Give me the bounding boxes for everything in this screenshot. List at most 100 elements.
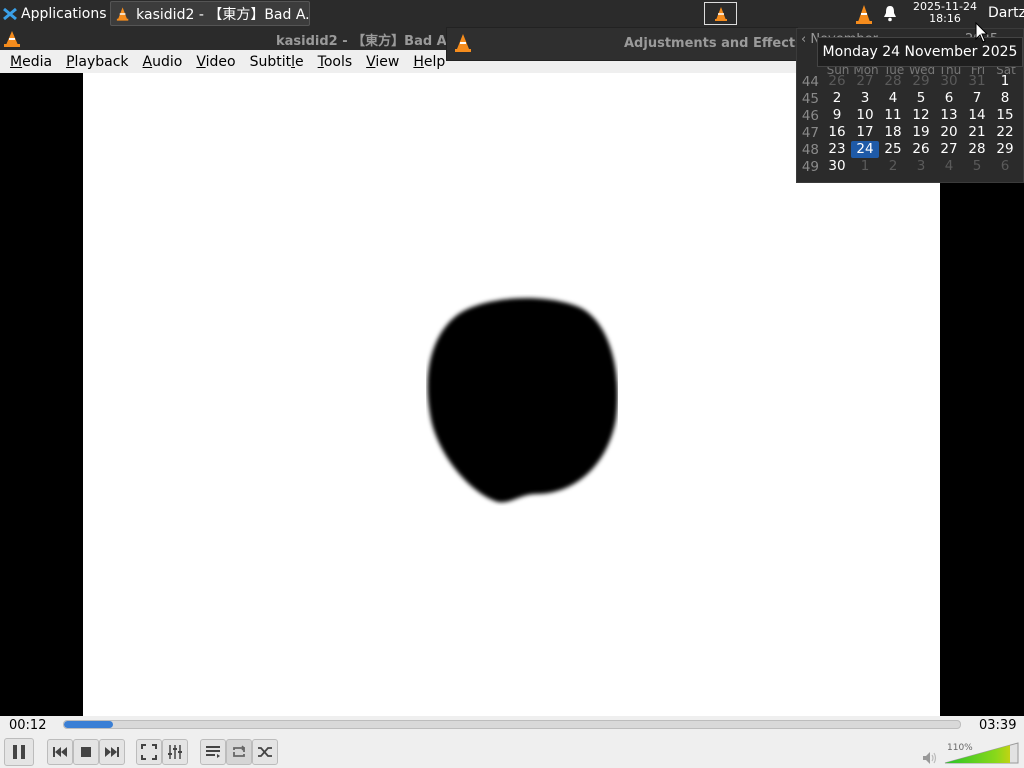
video-content-silhouette bbox=[427, 298, 618, 503]
calendar-day[interactable]: 4 bbox=[935, 158, 963, 175]
calendar-day[interactable]: 30 bbox=[823, 158, 851, 175]
user-menu[interactable]: Dartz bbox=[988, 0, 1024, 27]
calendar-day[interactable]: 31 bbox=[963, 73, 991, 90]
calendar-day-selected[interactable]: 24 bbox=[851, 141, 879, 158]
calendar-day[interactable]: 1 bbox=[991, 73, 1019, 90]
seek-progress bbox=[64, 721, 114, 728]
top-panel: Applications ⁞ kasidid2 - 【東方】Bad A... 2… bbox=[0, 0, 1024, 27]
calendar-day[interactable]: 27 bbox=[851, 73, 879, 90]
calendar-day[interactable]: 23 bbox=[823, 141, 851, 158]
notification-bell-icon[interactable] bbox=[882, 5, 898, 22]
calendar-grid: 44 26 27 28 29 30 31 1 45 2 3 4 5 6 7 8 46 9 10 11 12 13 14 15 4… bbox=[797, 73, 1024, 175]
clock-time: 18:16 bbox=[929, 11, 961, 25]
calendar-day[interactable]: 14 bbox=[963, 107, 991, 124]
calendar-day[interactable]: 29 bbox=[991, 141, 1019, 158]
calendar-day[interactable]: 25 bbox=[879, 141, 907, 158]
calendar-week-number: 44 bbox=[801, 73, 819, 90]
menu-media-rest: edia bbox=[22, 53, 53, 70]
calendar-day[interactable]: 10 bbox=[851, 107, 879, 124]
applications-menu-button[interactable]: Applications ⁞ bbox=[0, 0, 114, 27]
calendar-day[interactable]: 2 bbox=[879, 158, 907, 175]
seek-row: 00:12 03:39 bbox=[0, 716, 1024, 736]
vlc-status-icon[interactable] bbox=[854, 3, 874, 25]
loop-icon bbox=[233, 745, 246, 757]
calendar-day[interactable]: 6 bbox=[991, 158, 1019, 175]
shuffle-button[interactable] bbox=[252, 739, 278, 765]
calendar-day[interactable]: 17 bbox=[851, 124, 879, 141]
calendar-day[interactable]: 22 bbox=[991, 124, 1019, 141]
adjustments-window[interactable]: Adjustments and Effects bbox=[446, 27, 803, 61]
menu-help[interactable]: Help bbox=[403, 54, 452, 70]
pause-button[interactable] bbox=[4, 738, 34, 766]
previous-button[interactable] bbox=[47, 739, 73, 765]
vlc-tray-button[interactable] bbox=[704, 2, 737, 25]
volume-speaker-icon[interactable] bbox=[922, 751, 938, 765]
calendar-day[interactable]: 6 bbox=[935, 90, 963, 107]
menu-subtitle[interactable]: Subtitle bbox=[240, 54, 311, 70]
volume-slider[interactable] bbox=[944, 741, 1019, 765]
calendar-week-row: 49 30 1 2 3 4 5 6 bbox=[797, 158, 1024, 175]
calendar-day[interactable]: 12 bbox=[907, 107, 935, 124]
loop-button[interactable] bbox=[226, 739, 252, 765]
fullscreen-button[interactable] bbox=[136, 739, 162, 765]
menu-playback[interactable]: Playback bbox=[56, 54, 135, 70]
playlist-button[interactable] bbox=[200, 739, 226, 765]
calendar-day[interactable]: 15 bbox=[991, 107, 1019, 124]
pause-icon bbox=[13, 745, 25, 759]
stop-icon bbox=[81, 747, 91, 757]
window-title: kasidid2 - 【東方】Bad App bbox=[276, 34, 466, 49]
seek-slider[interactable] bbox=[63, 720, 961, 729]
extended-settings-button[interactable] bbox=[162, 739, 188, 765]
vlc-cone-icon bbox=[455, 34, 471, 52]
date-tooltip: Monday 24 November 2025 bbox=[817, 37, 1023, 67]
calendar-day[interactable]: 27 bbox=[935, 141, 963, 158]
next-icon bbox=[105, 747, 119, 757]
calendar-day[interactable]: 29 bbox=[907, 73, 935, 90]
calendar-day[interactable]: 7 bbox=[963, 90, 991, 107]
calendar-week-number: 45 bbox=[801, 90, 819, 107]
calendar-day[interactable]: 4 bbox=[879, 90, 907, 107]
next-button[interactable] bbox=[99, 739, 125, 765]
calendar-day[interactable]: 20 bbox=[935, 124, 963, 141]
calendar-day[interactable]: 30 bbox=[935, 73, 963, 90]
calendar-day[interactable]: 2 bbox=[823, 90, 851, 107]
taskbar-window-button[interactable]: kasidid2 - 【東方】Bad A... bbox=[110, 1, 310, 26]
stop-button[interactable] bbox=[73, 739, 99, 765]
calendar-day[interactable]: 19 bbox=[907, 124, 935, 141]
calendar-week-row: 47 16 17 18 19 20 21 22 bbox=[797, 124, 1024, 141]
calendar-day[interactable]: 28 bbox=[879, 73, 907, 90]
calendar-day[interactable]: 18 bbox=[879, 124, 907, 141]
calendar-week-row: 46 9 10 11 12 13 14 15 bbox=[797, 107, 1024, 124]
previous-icon bbox=[53, 747, 67, 757]
menu-tools[interactable]: Tools bbox=[308, 54, 360, 70]
menu-audio[interactable]: Audio bbox=[133, 54, 190, 70]
calendar-day[interactable]: 3 bbox=[907, 158, 935, 175]
calendar-week-number: 46 bbox=[801, 107, 819, 124]
calendar-day[interactable]: 26 bbox=[907, 141, 935, 158]
calendar-day[interactable]: 28 bbox=[963, 141, 991, 158]
calendar-day[interactable]: 16 bbox=[823, 124, 851, 141]
playlist-icon bbox=[206, 746, 220, 758]
calendar-day[interactable]: 13 bbox=[935, 107, 963, 124]
calendar-day[interactable]: 1 bbox=[851, 158, 879, 175]
calendar-week-row: 45 2 3 4 5 6 7 8 bbox=[797, 90, 1024, 107]
calendar-week-number: 48 bbox=[801, 141, 819, 158]
calendar-week-number: 49 bbox=[801, 158, 819, 175]
calendar-day[interactable]: 9 bbox=[823, 107, 851, 124]
vlc-cone-icon bbox=[116, 6, 129, 21]
total-time: 03:39 bbox=[979, 718, 1017, 733]
vlc-cone-icon bbox=[714, 6, 727, 21]
calendar-day[interactable]: 5 bbox=[963, 158, 991, 175]
calendar-day[interactable]: 11 bbox=[879, 107, 907, 124]
calendar-day[interactable]: 26 bbox=[823, 73, 851, 90]
menu-media[interactable]: Media bbox=[0, 54, 59, 70]
calendar-day[interactable]: 5 bbox=[907, 90, 935, 107]
clock-date: 2025-11-24 bbox=[913, 0, 977, 13]
menu-video[interactable]: Video bbox=[186, 54, 242, 70]
fullscreen-icon bbox=[141, 744, 157, 760]
calendar-day[interactable]: 21 bbox=[963, 124, 991, 141]
calendar-day[interactable]: 3 bbox=[851, 90, 879, 107]
calendar-day[interactable]: 8 bbox=[991, 90, 1019, 107]
menu-view[interactable]: View bbox=[356, 54, 406, 70]
clock[interactable]: 2025-11-24 18:16 bbox=[910, 1, 980, 27]
